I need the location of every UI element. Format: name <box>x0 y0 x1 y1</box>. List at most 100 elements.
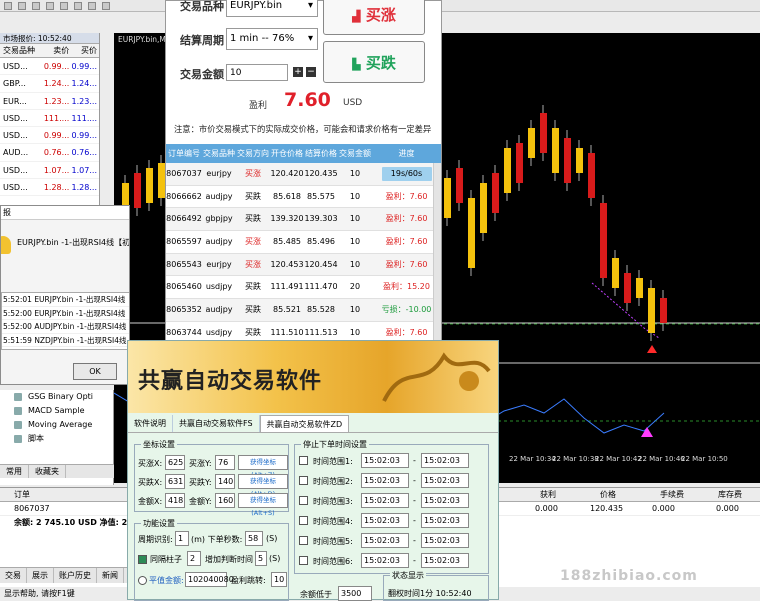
alert-item[interactable]: 5:52:00 AUDJPY.bin -1-出现RSI4线【初限顶】背离 <box>2 320 129 334</box>
get-coord-button[interactable]: 获得坐标 (Alt+S) <box>238 493 288 517</box>
col-order[interactable]: 订单 <box>14 488 30 502</box>
navigator-item[interactable]: 脚本 <box>0 432 113 446</box>
alert-item[interactable]: 5:52:01 EURJPY.bin -1-出现RSI4线【初限底】背离 <box>2 293 129 307</box>
stop-range-checkbox[interactable] <box>299 556 308 565</box>
order-row[interactable]: 8065352 audjpy 买跌 85.521 85.528 10 亏损：-10.00 <box>166 299 441 322</box>
col-fee[interactable]: 手续费 <box>660 488 684 502</box>
order-row[interactable]: 8065597 audjpy 买涨 85.485 85.496 10 盈利：7.60 <box>166 231 441 254</box>
stop-to-input[interactable]: 15:02:03 <box>421 553 469 568</box>
ok-button[interactable]: OK <box>73 363 117 380</box>
coord-y-input[interactable]: 160 <box>215 493 235 508</box>
col-swap[interactable]: 库存费 <box>718 488 742 502</box>
navigator-item[interactable]: MACD Sample <box>0 404 113 418</box>
col-price[interactable]: 价格 <box>600 488 616 502</box>
market-watch-row[interactable]: AUD... 0.76... 0.76... <box>0 144 99 162</box>
tab-favorites[interactable]: 收藏夹 <box>29 465 66 478</box>
coord-x-input[interactable]: 625 <box>165 455 185 470</box>
stop-range-checkbox[interactable] <box>299 536 308 545</box>
toolbar-icon[interactable] <box>102 1 110 10</box>
tab-common[interactable]: 常用 <box>0 465 29 478</box>
col-symbol[interactable]: 交易品种 <box>0 44 44 57</box>
col-profit[interactable]: 获利 <box>540 488 556 502</box>
close-price-cell: 111.470 <box>304 282 338 292</box>
market-watch-row[interactable]: GBP... 1.24... 1.24... <box>0 75 99 93</box>
balance-radio[interactable] <box>138 576 147 585</box>
tab-description[interactable]: 软件说明 <box>128 415 173 432</box>
order-row[interactable]: 8066492 gbpjpy 买跌 139.320 139.303 10 盈利：7.60 <box>166 208 441 232</box>
jump-input[interactable]: 10 <box>271 572 287 587</box>
stop-from-input[interactable]: 15:02:03 <box>361 533 409 548</box>
follow-input[interactable]: 2 <box>187 551 201 566</box>
toolbar-icon[interactable] <box>88 1 96 10</box>
balance-input[interactable]: 102040080 <box>185 572 234 587</box>
market-watch-row[interactable]: USD... 1.07... 1.07... <box>0 162 99 180</box>
order-row[interactable]: 8065543 eurjpy 买涨 120.453 120.454 10 盈利：7.60 <box>166 253 441 277</box>
toolbar-icon[interactable] <box>32 1 40 10</box>
coord-y-input[interactable]: 140 <box>215 474 235 489</box>
stop-range-checkbox[interactable] <box>299 456 308 465</box>
stop-from-input[interactable]: 15:02:03 <box>361 453 409 468</box>
trade-panel: 交易品种 EURJPY.bin ▾ 结算周期 1 min -- 76% ▾ 交易… <box>165 0 442 390</box>
col-ask[interactable]: 买价 <box>71 44 99 57</box>
toolbar-icon[interactable] <box>74 1 82 10</box>
minus-icon[interactable]: − <box>306 67 316 77</box>
stop-range-checkbox[interactable] <box>299 476 308 485</box>
toolbar-icon[interactable] <box>60 1 68 10</box>
get-coord-button[interactable]: 获得坐标 (Alt+Z) <box>238 455 288 479</box>
market-watch-row[interactable]: EUR... 1.23... 1.23... <box>0 93 99 110</box>
stop-to-input[interactable]: 15:02:03 <box>421 513 469 528</box>
stop-to-input[interactable]: 15:02:03 <box>421 493 469 508</box>
toolbar-icon[interactable] <box>46 1 54 10</box>
market-watch-row[interactable]: USD... 0.99... 0.99... <box>0 127 99 145</box>
market-watch-row[interactable]: USD... 1.28... 1.28... <box>0 179 99 197</box>
navigator-item[interactable]: Moving Average <box>0 418 113 432</box>
toolbar-icon[interactable] <box>4 1 12 10</box>
seconds-input[interactable]: 58 <box>245 531 263 546</box>
symbol-cell: audjpy <box>205 191 233 201</box>
col-close-price: 结算价格 <box>305 149 337 158</box>
stop-to-input[interactable]: 15:02:03 <box>421 473 469 488</box>
stop-from-input[interactable]: 15:02:03 <box>361 473 409 488</box>
follow-checkbox[interactable] <box>138 555 147 564</box>
navigator-item[interactable]: GSG Binary Opti <box>0 390 113 404</box>
toolbar-icon[interactable] <box>18 1 26 10</box>
market-watch-row[interactable]: USD... 111.... 111.... <box>0 110 99 128</box>
stop-to-input[interactable]: 15:02:03 <box>421 533 469 548</box>
stop-range-checkbox[interactable] <box>299 516 308 525</box>
stop-range-label: 时间范围3: <box>313 497 353 506</box>
period-input[interactable]: 1 <box>175 531 189 546</box>
balance-low-input[interactable]: 3500 <box>338 586 372 601</box>
stop-from-input[interactable]: 15:02:03 <box>361 513 409 528</box>
buy-up-button[interactable]: ▟ 买涨 <box>323 0 425 35</box>
tab-zd[interactable]: 共赢自动交易软件ZD <box>259 415 350 432</box>
amount-input[interactable] <box>226 64 288 81</box>
order-row[interactable]: 8067037 eurjpy 买涨 120.420 120.435 10 19s/60s <box>166 163 441 186</box>
tab-fs[interactable]: 共赢自动交易软件FS <box>173 415 260 432</box>
alert-item[interactable]: 5:51:59 NZDJPY.bin -1-出现RSI4线【初限顶】背离 <box>2 334 129 347</box>
order-row[interactable]: 8066662 audjpy 买跌 85.618 85.575 10 盈利：7.60 <box>166 186 441 209</box>
stop-from-input[interactable]: 15:02:03 <box>361 553 409 568</box>
tab-trade[interactable]: 交易 <box>0 568 27 583</box>
plus-icon[interactable]: + <box>293 67 303 77</box>
stop-to-input[interactable]: 15:02:03 <box>421 453 469 468</box>
coord-x-input[interactable]: 418 <box>165 493 185 508</box>
coord-y-input[interactable]: 76 <box>215 455 235 470</box>
market-watch-row[interactable]: USD... 0.99... 0.99... <box>0 58 99 76</box>
coord-x-input[interactable]: 631 <box>165 474 185 489</box>
buy-down-button[interactable]: ▙ 买跌 <box>323 41 425 83</box>
tab-history[interactable]: 账户历史 <box>54 568 97 583</box>
alert-time: 5:52:00 <box>3 322 32 331</box>
tab-news[interactable]: 新闻 <box>97 568 124 583</box>
orders-scrollbar[interactable] <box>433 163 441 359</box>
symbol-select[interactable]: EURJPY.bin ▾ <box>226 0 318 17</box>
period-select[interactable]: 1 min -- 76% ▾ <box>226 28 318 50</box>
tab-exposure[interactable]: 展示 <box>27 568 54 583</box>
get-coord-button[interactable]: 获得坐标 (Alt+D) <box>238 474 288 498</box>
col-bid[interactable]: 卖价 <box>44 44 72 57</box>
stop-range-checkbox[interactable] <box>299 496 308 505</box>
add-times-input[interactable]: 5 <box>255 551 267 566</box>
order-row[interactable]: 8065460 usdjpy 买跌 111.491 111.470 20 盈利：15.20 <box>166 276 441 300</box>
alert-item[interactable]: 5:52:00 EURJPY.bin -1-出现RSI4线【初限顶】背离 <box>2 307 129 320</box>
alert-list[interactable]: 5:52:01 EURJPY.bin -1-出现RSI4线【初限底】背离5:52… <box>1 292 129 350</box>
stop-from-input[interactable]: 15:02:03 <box>361 493 409 508</box>
